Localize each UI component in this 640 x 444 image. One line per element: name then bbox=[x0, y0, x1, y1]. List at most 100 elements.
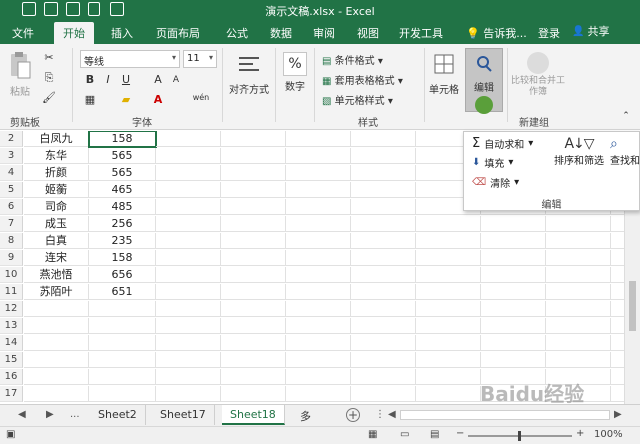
cell-value[interactable]: 158 bbox=[88, 131, 157, 148]
table-format-button[interactable]: ▦ 套用表格格式 ▾ bbox=[322, 72, 403, 87]
cell-empty[interactable] bbox=[351, 165, 416, 181]
tab-developer[interactable]: 开发工具 bbox=[399, 25, 443, 41]
cell-empty[interactable] bbox=[351, 148, 416, 164]
cell-empty[interactable] bbox=[546, 284, 611, 300]
cell-empty[interactable] bbox=[416, 352, 481, 368]
cell-empty[interactable] bbox=[221, 216, 286, 232]
row-header[interactable]: 16 bbox=[0, 369, 23, 385]
clear-button[interactable]: ⌫ 清除 ▾ bbox=[472, 175, 519, 190]
compare-merge-button[interactable]: 比较和合并工作簿 bbox=[510, 52, 566, 98]
share-button[interactable]: 👤 共享 bbox=[572, 23, 609, 39]
login-button[interactable]: 登录 bbox=[538, 25, 560, 41]
cell-empty[interactable] bbox=[546, 233, 611, 249]
cell-empty[interactable] bbox=[416, 301, 481, 317]
cell-value[interactable] bbox=[89, 352, 156, 368]
cell-empty[interactable] bbox=[156, 352, 221, 368]
cell-empty[interactable] bbox=[156, 335, 221, 351]
cell-empty[interactable] bbox=[286, 301, 351, 317]
zoom-slider[interactable] bbox=[468, 431, 572, 441]
cell-empty[interactable] bbox=[286, 216, 351, 232]
cell-value[interactable] bbox=[89, 369, 156, 385]
cell-empty[interactable] bbox=[416, 267, 481, 283]
fill-color-icon[interactable]: ▰ bbox=[118, 92, 134, 108]
sheet-tab-active[interactable]: Sheet18 bbox=[222, 405, 285, 425]
cell-empty[interactable] bbox=[546, 301, 611, 317]
tab-insert[interactable]: 插入 bbox=[111, 25, 133, 41]
row-header[interactable]: 8 bbox=[0, 233, 23, 249]
cell-empty[interactable] bbox=[156, 131, 221, 147]
cell-empty[interactable] bbox=[481, 233, 546, 249]
cell-empty[interactable] bbox=[221, 250, 286, 266]
cell-empty[interactable] bbox=[286, 131, 351, 147]
border-icon[interactable]: ▦ bbox=[82, 92, 98, 108]
tell-me-search[interactable]: 💡 告诉我... bbox=[466, 25, 527, 41]
cell-empty[interactable] bbox=[351, 352, 416, 368]
copy-icon[interactable]: ⎘ bbox=[41, 70, 57, 86]
cell-empty[interactable] bbox=[416, 335, 481, 351]
cell-value[interactable]: 256 bbox=[89, 216, 156, 232]
cells-button[interactable]: 单元格 bbox=[427, 52, 461, 96]
tab-review[interactable]: 审阅 bbox=[313, 25, 335, 41]
cell-value[interactable] bbox=[89, 318, 156, 334]
cell-empty[interactable] bbox=[156, 301, 221, 317]
row-header[interactable]: 9 bbox=[0, 250, 23, 266]
font-size-combo[interactable]: 11 ▾ bbox=[183, 50, 217, 68]
cell-empty[interactable] bbox=[481, 284, 546, 300]
zoom-out-button[interactable]: − bbox=[456, 428, 464, 439]
row-header[interactable]: 4 bbox=[0, 165, 23, 181]
hscroll-left-icon[interactable]: ◀ bbox=[388, 409, 396, 420]
zoom-level[interactable]: 100% bbox=[594, 429, 623, 440]
cell-name[interactable]: 成玉 bbox=[24, 216, 89, 232]
cell-value[interactable]: 465 bbox=[89, 182, 156, 198]
cell-empty[interactable] bbox=[481, 335, 546, 351]
row-header[interactable]: 13 bbox=[0, 318, 23, 334]
hscroll-right-icon[interactable]: ▶ bbox=[614, 409, 622, 420]
cell-empty[interactable] bbox=[351, 216, 416, 232]
sort-filter-button[interactable]: A↓▽ 排序和筛选 bbox=[550, 136, 608, 167]
sheet-tab[interactable]: Sheet17 bbox=[152, 405, 215, 425]
cell-style-button[interactable]: ▧ 单元格样式 ▾ bbox=[322, 92, 393, 107]
tab-page-layout[interactable]: 页面布局 bbox=[156, 25, 200, 41]
row-header[interactable]: 11 bbox=[0, 284, 23, 300]
cell-empty[interactable] bbox=[156, 199, 221, 215]
cell-empty[interactable] bbox=[286, 386, 351, 402]
add-sheet-icon[interactable]: + bbox=[346, 408, 360, 422]
edit-button[interactable]: 编辑 bbox=[465, 48, 503, 114]
cell-empty[interactable] bbox=[546, 267, 611, 283]
cell-empty[interactable] bbox=[351, 267, 416, 283]
cell-empty[interactable] bbox=[221, 233, 286, 249]
cell-empty[interactable] bbox=[286, 199, 351, 215]
row-header[interactable]: 5 bbox=[0, 182, 23, 198]
tab-formulas[interactable]: 公式 bbox=[226, 25, 248, 41]
cell-value[interactable]: 565 bbox=[89, 165, 156, 181]
cell-empty[interactable] bbox=[286, 284, 351, 300]
cell-empty[interactable] bbox=[286, 182, 351, 198]
page-layout-view-icon[interactable]: ▭ bbox=[400, 429, 409, 440]
cell-name[interactable]: 折颜 bbox=[24, 165, 89, 181]
cell-empty[interactable] bbox=[156, 233, 221, 249]
find-select-button[interactable]: ⌕ 查找和 bbox=[610, 136, 640, 167]
cell-name[interactable] bbox=[24, 318, 89, 334]
cell-empty[interactable] bbox=[351, 284, 416, 300]
cell-empty[interactable] bbox=[351, 318, 416, 334]
row-header[interactable]: 3 bbox=[0, 148, 23, 164]
cell-empty[interactable] bbox=[286, 352, 351, 368]
cell-empty[interactable] bbox=[481, 216, 546, 232]
cell-empty[interactable] bbox=[286, 267, 351, 283]
cell-name[interactable]: 白真 bbox=[24, 233, 89, 249]
cell-name[interactable]: 姬蘅 bbox=[24, 182, 89, 198]
cell-empty[interactable] bbox=[546, 250, 611, 266]
number-format-button[interactable]: % 数字 bbox=[280, 52, 310, 93]
cell-empty[interactable] bbox=[351, 369, 416, 385]
sheet-tab[interactable]: Sheet2 bbox=[90, 405, 146, 425]
row-header[interactable]: 12 bbox=[0, 301, 23, 317]
cell-empty[interactable] bbox=[221, 301, 286, 317]
cell-value[interactable] bbox=[89, 335, 156, 351]
cut-icon[interactable]: ✂ bbox=[41, 50, 57, 66]
cell-name[interactable]: 燕池悟 bbox=[24, 267, 89, 283]
cell-value[interactable] bbox=[89, 386, 156, 402]
cell-empty[interactable] bbox=[156, 318, 221, 334]
cell-empty[interactable] bbox=[286, 318, 351, 334]
cell-empty[interactable] bbox=[156, 216, 221, 232]
cell-empty[interactable] bbox=[221, 386, 286, 402]
